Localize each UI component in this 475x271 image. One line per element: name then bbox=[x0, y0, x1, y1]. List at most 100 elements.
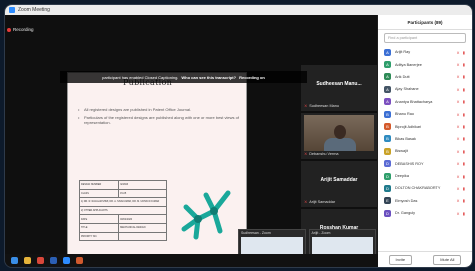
participant-item[interactable]: A Anantya Bhattacharya ⨯ ▮ bbox=[378, 96, 472, 108]
participant-list: A Arijit Ray ⨯ ▮ A Aditya Banerjee ⨯ ▮ A Arik D… bbox=[378, 46, 472, 219]
avatar: B bbox=[384, 135, 391, 143]
participant-name: Biswajit bbox=[395, 149, 408, 154]
table-row: TITLE MECHANICAL DESIGN bbox=[78, 222, 167, 233]
recording-label: Recording bbox=[13, 27, 34, 32]
participants-footer: Invite Mute All bbox=[378, 251, 472, 267]
participant-name: Dr. Ganguly bbox=[395, 211, 416, 216]
video-tile[interactable]: ⨯ Debanshu Verma bbox=[301, 113, 377, 159]
zoom-logo-icon bbox=[9, 7, 15, 13]
start-icon[interactable] bbox=[11, 257, 18, 264]
participant-name: DOLTON CHAKRABORTY bbox=[395, 186, 441, 191]
powerpoint-icon[interactable] bbox=[76, 257, 83, 264]
tile-name: Sudheesan Manu... bbox=[316, 81, 362, 87]
caption-link[interactable]: Who can see this transcript? bbox=[181, 75, 236, 80]
explorer-icon[interactable] bbox=[24, 257, 31, 264]
invite-button[interactable]: Invite bbox=[388, 254, 413, 265]
participant-item[interactable]: B Biprojit Adhikari ⨯ ▮ bbox=[378, 120, 472, 132]
table-row: 2) OTHER APPLICANTS bbox=[79, 205, 167, 216]
mute-all-button[interactable]: Mute All bbox=[433, 254, 462, 265]
participant-item[interactable]: A Arik Dutt ⨯ ▮ bbox=[378, 71, 472, 83]
avatar: D bbox=[384, 209, 391, 217]
participant-search-input[interactable]: Find a participant bbox=[384, 33, 466, 43]
tile-sub: Sudheesan Manu bbox=[309, 104, 339, 108]
participant-name: Aditya Banerjee bbox=[395, 62, 422, 67]
mic-muted-icon: ⨯ ▮ bbox=[456, 86, 466, 92]
zoom-window: Zoom Meeting Recording Publication All r… bbox=[4, 4, 473, 268]
participant-name: Bhanu Rao bbox=[395, 112, 414, 117]
participant-item[interactable]: D Dr. Ganguly ⨯ ▮ bbox=[378, 207, 472, 219]
mic-muted-icon: ⨯ bbox=[304, 152, 308, 156]
mic-muted-icon: ⨯ ▮ bbox=[456, 210, 466, 216]
avatar: D bbox=[384, 184, 391, 192]
avatar: B bbox=[384, 123, 391, 131]
chrome-icon[interactable] bbox=[37, 257, 44, 264]
participant-item[interactable]: A Ajay Shahane ⨯ ▮ bbox=[378, 83, 472, 95]
table-row: DESIGN NUMBER 321843 bbox=[78, 180, 167, 190]
mic-muted-icon: ⨯ bbox=[304, 200, 308, 204]
mic-muted-icon: ⨯ ▮ bbox=[456, 111, 466, 117]
caption-status: Recording on bbox=[239, 74, 265, 80]
mic-muted-icon: ⨯ ▮ bbox=[456, 198, 466, 204]
mic-muted-icon: ⨯ ▮ bbox=[456, 173, 466, 179]
participants-title: Participants (89) bbox=[378, 15, 472, 30]
table-row: CLASS 15-05 bbox=[78, 188, 167, 199]
participant-name: Ajay Shahane bbox=[395, 87, 419, 92]
participant-name: Arijit Ray bbox=[395, 50, 411, 55]
participant-name: Deepika bbox=[395, 174, 409, 179]
video-tile[interactable]: Sudheesan Manu... ⨯ Sudheesan Manu bbox=[301, 65, 377, 111]
presentation-slide: Publication All registered designs are p… bbox=[67, 72, 247, 262]
mic-muted-icon: ⨯ ▮ bbox=[456, 62, 466, 68]
participant-name: Anantya Bhattacharya bbox=[395, 99, 433, 104]
participant-item[interactable]: A Aditya Banerjee ⨯ ▮ bbox=[378, 58, 472, 70]
preview-title: Sudheesan - Zoom bbox=[241, 231, 271, 235]
tile-name: Arijit Samaddar bbox=[320, 177, 358, 183]
slide-bullet: All registered designs are published in … bbox=[78, 107, 240, 112]
avatar: B bbox=[384, 147, 391, 155]
table-row: 1) DR. R. RAJALAKSHMI, DR. A. SIVAKUMAR,… bbox=[79, 197, 167, 207]
avatar: B bbox=[384, 110, 391, 118]
table-row: DATE 03/02/2020 bbox=[78, 214, 167, 224]
avatar: A bbox=[384, 61, 391, 69]
participant-name: Elmyosh Das bbox=[395, 198, 418, 203]
participant-item[interactable]: B Bhanu Rao ⨯ ▮ bbox=[378, 108, 472, 120]
mic-muted-icon: ⨯ ▮ bbox=[456, 148, 466, 154]
word-icon[interactable] bbox=[50, 257, 57, 264]
video-tile[interactable]: Arijit Samaddar ⨯ Arijit Samaddar bbox=[301, 161, 377, 207]
tile-sub: Debanshu Verma bbox=[309, 152, 339, 156]
participant-item[interactable]: D DOLTON CHAKRABORTY ⨯ ▮ bbox=[378, 182, 472, 194]
participant-name: Biprojit Adhikari bbox=[395, 124, 422, 129]
mic-muted-icon: ⨯ ▮ bbox=[456, 74, 466, 80]
avatar: A bbox=[384, 98, 391, 106]
avatar: A bbox=[384, 48, 391, 56]
mic-muted-icon: ⨯ ▮ bbox=[456, 124, 466, 130]
participant-item[interactable]: D DEBASHIS ROY ⨯ ▮ bbox=[378, 158, 472, 170]
design-figure bbox=[181, 190, 231, 240]
avatar: A bbox=[384, 73, 391, 81]
participant-name: DEBASHIS ROY bbox=[395, 161, 424, 166]
participant-item[interactable]: B Biswajit ⨯ ▮ bbox=[378, 145, 472, 157]
window-title: Zoom Meeting bbox=[18, 7, 50, 13]
slide-bullets: All registered designs are published in … bbox=[78, 107, 240, 129]
participant-item[interactable]: B Bikas Basak ⨯ ▮ bbox=[378, 133, 472, 145]
table-row: PRIORITY NO. bbox=[78, 231, 167, 242]
mic-muted-icon: ⨯ ▮ bbox=[456, 185, 466, 191]
participant-item[interactable]: E Elmyosh Das ⨯ ▮ bbox=[378, 195, 472, 207]
slide-bullet: Particulars of the registered designs ar… bbox=[78, 115, 240, 125]
avatar: D bbox=[384, 160, 391, 168]
mic-muted-icon: ⨯ ▮ bbox=[456, 136, 466, 142]
participant-name: Bikas Basak bbox=[395, 136, 416, 141]
recording-indicator[interactable]: Recording bbox=[7, 26, 34, 33]
mic-muted-icon: ⨯ bbox=[304, 104, 308, 108]
participants-panel: Participants (89) Find a participant A Ar… bbox=[378, 15, 472, 267]
participant-item[interactable]: A Arijit Ray ⨯ ▮ bbox=[378, 46, 472, 58]
avatar: D bbox=[384, 172, 391, 180]
mic-muted-icon: ⨯ ▮ bbox=[456, 99, 466, 105]
caption-banner: participant has enabled Closed Captionin… bbox=[60, 71, 307, 83]
tile-sub: Arijit Samaddar bbox=[309, 200, 336, 204]
preview-title: Arijit - Zoom bbox=[311, 231, 331, 235]
record-dot-icon bbox=[7, 27, 11, 32]
participant-item[interactable]: D Deepika ⨯ ▮ bbox=[378, 170, 472, 182]
zoom-icon[interactable] bbox=[63, 257, 70, 264]
mic-muted-icon: ⨯ ▮ bbox=[456, 161, 466, 167]
caption-text: participant has enabled Closed Captionin… bbox=[102, 74, 179, 80]
